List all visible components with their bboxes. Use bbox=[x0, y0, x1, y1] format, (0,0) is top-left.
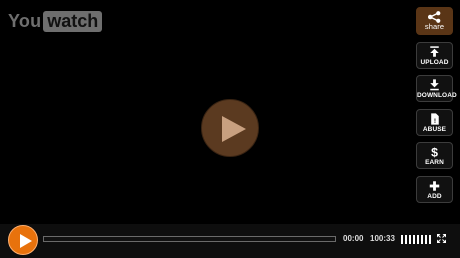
upload-label: UPLOAD bbox=[420, 59, 449, 66]
volume-slider[interactable] bbox=[401, 235, 431, 244]
volume-bar bbox=[401, 235, 403, 244]
play-icon bbox=[20, 234, 32, 248]
download-icon bbox=[430, 79, 439, 91]
youwatch-logo: You watch bbox=[8, 10, 103, 32]
share-label: share bbox=[424, 22, 445, 31]
volume-bar bbox=[413, 235, 415, 244]
volume-bar bbox=[405, 235, 407, 244]
fullscreen-icon[interactable] bbox=[437, 234, 446, 243]
duration-time: 100:33 bbox=[370, 234, 395, 243]
earn-button[interactable]: $ EARN bbox=[416, 142, 453, 169]
flag-icon: ! bbox=[431, 113, 439, 125]
abuse-label: ABUSE bbox=[422, 126, 447, 133]
add-button[interactable]: ADD bbox=[416, 176, 453, 203]
volume-bar bbox=[429, 235, 431, 244]
abuse-button[interactable]: ! ABUSE bbox=[416, 109, 453, 136]
progress-bar[interactable] bbox=[43, 236, 336, 242]
big-play-button[interactable] bbox=[201, 99, 259, 157]
volume-bar bbox=[421, 235, 423, 244]
plus-icon bbox=[429, 181, 440, 191]
volume-bar bbox=[409, 235, 411, 244]
add-label: ADD bbox=[427, 193, 442, 200]
video-player[interactable]: You watch share UPLOAD DOWNLOAD ! ABUSE … bbox=[0, 0, 460, 258]
current-time: 00:00 bbox=[343, 234, 364, 243]
play-button[interactable] bbox=[8, 225, 38, 255]
download-label: DOWNLOAD bbox=[417, 92, 457, 99]
play-icon bbox=[222, 116, 246, 142]
download-button[interactable]: DOWNLOAD bbox=[416, 75, 457, 102]
logo-text-you: You bbox=[8, 10, 42, 31]
volume-bar bbox=[417, 235, 419, 244]
logo-text-watch: watch bbox=[43, 10, 103, 32]
svg-text:$: $ bbox=[431, 146, 438, 158]
earn-label: EARN bbox=[425, 159, 444, 166]
volume-bar bbox=[425, 235, 427, 244]
share-button[interactable]: share bbox=[416, 7, 453, 35]
upload-button[interactable]: UPLOAD bbox=[416, 42, 453, 69]
upload-icon bbox=[430, 46, 439, 57]
svg-text:!: ! bbox=[434, 118, 436, 125]
dollar-icon: $ bbox=[431, 146, 438, 158]
